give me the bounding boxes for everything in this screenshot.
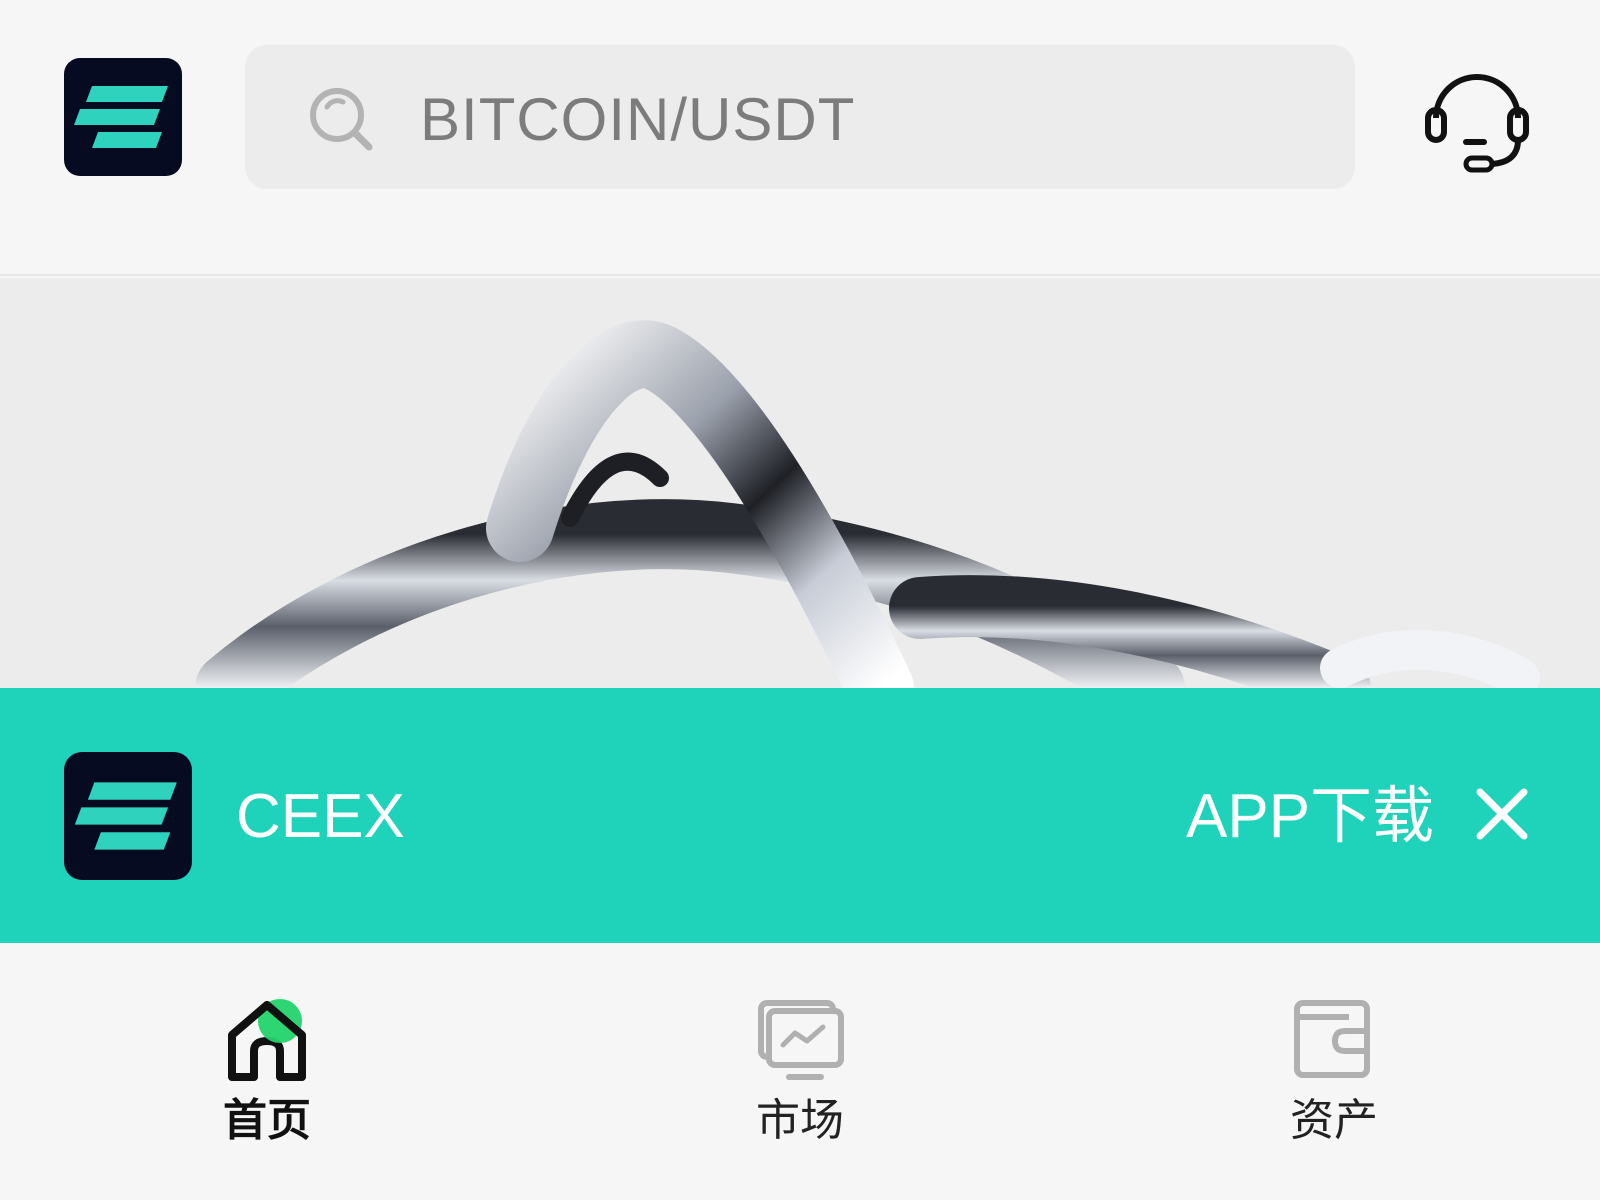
download-bar-logo [64, 752, 192, 880]
nav-label-market: 市场 [756, 1096, 844, 1145]
market-monitor-icon [758, 1000, 844, 1080]
nav-item-home[interactable]: 首页 [117, 943, 417, 1200]
nav-item-market[interactable]: 市场 [650, 943, 950, 1200]
search-icon [310, 88, 373, 151]
nav-item-assets[interactable]: 资产 [1184, 943, 1484, 1200]
header: BITCOIN/USDT [0, 0, 1600, 276]
app-download-button[interactable]: APP下载 [1186, 782, 1434, 852]
close-icon[interactable] [1472, 784, 1532, 844]
wallet-icon [1294, 1000, 1370, 1078]
bottom-nav: 首页 市场 资产 [0, 943, 1600, 1200]
customer-support-icon[interactable] [1422, 66, 1532, 176]
search-input[interactable]: BITCOIN/USDT [420, 85, 855, 155]
search-bar[interactable]: BITCOIN/USDT [245, 45, 1355, 189]
hero-banner-image[interactable] [0, 278, 1600, 688]
nav-label-home: 首页 [223, 1096, 311, 1145]
app-page: BITCOIN/USDT CEEX APP下载 首页 市场 资产 [0, 0, 1600, 1200]
app-download-bar: CEEX APP下载 [0, 688, 1600, 943]
nav-label-assets: 资产 [1290, 1096, 1378, 1145]
home-icon [228, 999, 306, 1081]
app-logo[interactable] [64, 58, 182, 176]
download-bar-app-name: CEEX [236, 782, 405, 851]
